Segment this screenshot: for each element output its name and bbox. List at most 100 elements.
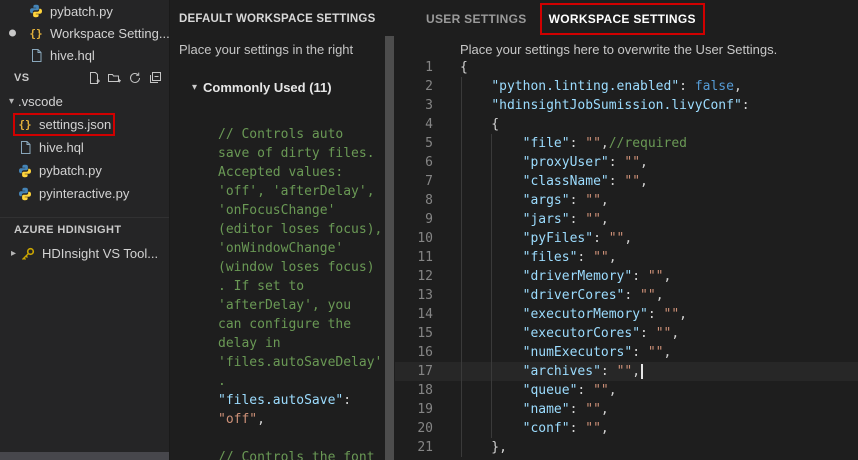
code-text: Accepted values: [218, 165, 343, 180]
collapse-all-button[interactable] [149, 72, 161, 84]
code-line[interactable]: 6 "proxyUser": "", [395, 153, 858, 172]
code-line[interactable]: delay in [218, 334, 385, 353]
tree-item-hdinsight-tool[interactable]: ▸ HDInsight VS Tool... [0, 242, 169, 265]
code-line[interactable]: 21 }, [395, 438, 858, 457]
code-line[interactable]: 'afterDelay', you [218, 296, 385, 315]
new-file-button[interactable] [88, 72, 100, 84]
new-folder-button[interactable] [108, 72, 121, 84]
vscode-window: pybatch.py {} Workspace Setting... hive.… [0, 0, 858, 460]
code-line[interactable]: 13 "driverCores": "", [395, 286, 858, 305]
line-number: 6 [395, 153, 433, 172]
folder-label: .vscode [18, 94, 63, 109]
vertical-scrollbar[interactable] [385, 36, 394, 460]
tree-item-pybatch-py[interactable]: pybatch.py [0, 159, 169, 182]
code-line[interactable]: can configure the [218, 315, 385, 334]
tab-workspace-settings[interactable]: WORKSPACE SETTINGS [549, 12, 696, 26]
python-icon [28, 4, 44, 18]
code-line[interactable]: 18 "queue": "", [395, 381, 858, 400]
default-settings-hint: Place your settings in the right [179, 42, 353, 57]
open-editor-hive[interactable]: hive.hql [0, 44, 169, 66]
code-text: // Controls the font [218, 450, 375, 460]
open-editor-workspace-settings[interactable]: {} Workspace Setting... [0, 22, 169, 44]
sidebar-horizontal-scrollbar[interactable] [0, 452, 170, 460]
code-line[interactable]: // Controls auto [218, 125, 385, 144]
tab-user-settings[interactable]: USER SETTINGS [426, 12, 527, 26]
tree-item-hive-hql[interactable]: hive.hql [0, 136, 169, 159]
code-line[interactable]: 14 "executorMemory": "", [395, 305, 858, 324]
code-text: 'onFocusChange' [218, 203, 335, 218]
code-line[interactable]: . [218, 372, 385, 391]
code-line[interactable]: 2 "python.linting.enabled": false, [395, 77, 858, 96]
code-line[interactable]: 8 "args": "", [395, 191, 858, 210]
line-number: 15 [395, 324, 433, 343]
code-text: "pyFiles": "", [433, 231, 632, 246]
code-text: . If set to [218, 279, 304, 294]
code-line[interactable]: 15 "executorCores": "", [395, 324, 858, 343]
code-line[interactable]: "off", [218, 410, 385, 429]
code-line[interactable]: Accepted values: [218, 163, 385, 182]
open-editor-pybatch[interactable]: pybatch.py [0, 0, 169, 22]
code-line[interactable]: 'onWindowChange' [218, 239, 385, 258]
code-line[interactable] [218, 429, 385, 448]
azure-hdinsight-header[interactable]: AZURE HDINSIGHT [0, 218, 169, 242]
workspace-section-header[interactable]: VS [0, 66, 169, 90]
code-line[interactable]: 20 "conf": "", [395, 419, 858, 438]
code-line[interactable]: 12 "driverMemory": "", [395, 267, 858, 286]
line-number: 4 [395, 115, 433, 134]
workspace-settings-code: 1{2 "python.linting.enabled": false,3 "h… [395, 58, 858, 460]
python-icon [17, 187, 33, 201]
code-text: }, [433, 440, 507, 455]
tree-item-vscode-folder[interactable]: ▾ .vscode [0, 90, 169, 113]
code-line[interactable]: // Controls the font [218, 448, 385, 460]
code-text: "conf": "", [433, 421, 609, 436]
code-line[interactable]: . If set to [218, 277, 385, 296]
code-line[interactable]: "files.autoSave": [218, 391, 385, 410]
workspace-settings-pane: USER SETTINGS WORKSPACE SETTINGS Place y… [395, 0, 858, 460]
explorer-sidebar: pybatch.py {} Workspace Setting... hive.… [0, 0, 170, 460]
tree-item-pyinteractive-py[interactable]: pyinteractive.py [0, 182, 169, 205]
code-line[interactable]: 16 "numExecutors": "", [395, 343, 858, 362]
file-icon [17, 141, 33, 154]
tree-item-settings-json[interactable]: {} settings.json [0, 113, 169, 136]
code-line[interactable]: 5 "file": "",//required [395, 134, 858, 153]
code-text: (editor loses focus), [218, 222, 382, 237]
line-number: 20 [395, 419, 433, 438]
code-text: "hdinsightJobSumission.livyConf": [433, 98, 750, 113]
code-line[interactable]: 10 "pyFiles": "", [395, 229, 858, 248]
code-text: "numExecutors": "", [433, 345, 671, 360]
highlight-box-settings-json: {} settings.json [17, 117, 111, 132]
code-line[interactable]: 11 "files": "", [395, 248, 858, 267]
commonly-used-section[interactable]: ▾ Commonly Used (11) [192, 80, 332, 95]
code-line[interactable]: 1{ [395, 58, 858, 77]
line-number: 21 [395, 438, 433, 457]
code-line[interactable]: 'files.autoSaveDelay' [218, 353, 385, 372]
code-line[interactable]: 3 "hdinsightJobSumission.livyConf": [395, 96, 858, 115]
code-text: "jars": "", [433, 212, 609, 227]
json-icon: {} [28, 27, 44, 40]
code-line[interactable]: 7 "className": "", [395, 172, 858, 191]
code-text: "archives": "", [433, 364, 643, 379]
code-text: "executorCores": "", [433, 326, 679, 341]
code-line[interactable]: 17 "archives": "", [395, 362, 858, 381]
text-cursor [641, 364, 643, 379]
json-icon: {} [17, 118, 33, 131]
line-number: 7 [395, 172, 433, 191]
line-number: 12 [395, 267, 433, 286]
chevron-right-icon: ▸ [7, 248, 20, 259]
code-line[interactable]: 4 { [395, 115, 858, 134]
section-label: Commonly Used (11) [203, 80, 332, 95]
code-line[interactable]: (editor loses focus), [218, 220, 385, 239]
refresh-button[interactable] [129, 72, 141, 84]
line-number: 9 [395, 210, 433, 229]
code-line[interactable]: 'onFocusChange' [218, 201, 385, 220]
line-number: 5 [395, 134, 433, 153]
code-line[interactable]: (window loses focus) [218, 258, 385, 277]
code-line[interactable]: 9 "jars": "", [395, 210, 858, 229]
file-label: pybatch.py [39, 163, 102, 178]
code-text: delay in [218, 336, 281, 351]
code-text: "files.autoSave": [218, 393, 351, 408]
code-text: . [218, 374, 226, 389]
code-line[interactable]: save of dirty files. [218, 144, 385, 163]
code-line[interactable]: 19 "name": "", [395, 400, 858, 419]
code-line[interactable]: 'off', 'afterDelay', [218, 182, 385, 201]
